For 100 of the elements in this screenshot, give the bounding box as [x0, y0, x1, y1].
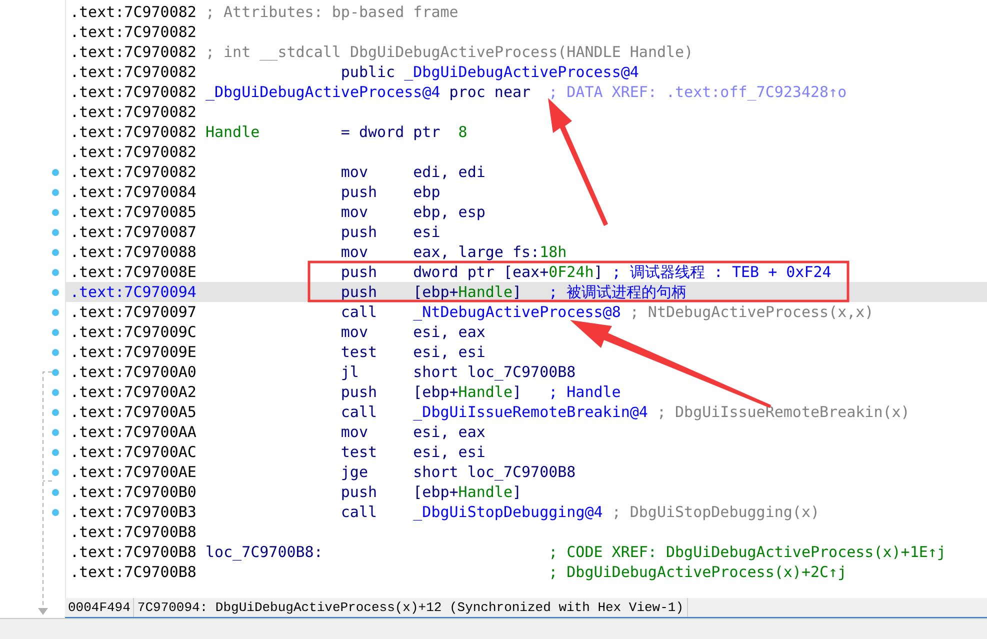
listing-row[interactable]: .text:7C9700AA mov esi, eax	[66, 422, 987, 442]
operand-text: edi, edi	[413, 162, 486, 182]
operand-text: short loc_7C9700B8	[413, 462, 576, 482]
operand-text: 18h	[540, 242, 567, 262]
address-text: .text:7C97009E	[70, 342, 198, 362]
label-text: _DbgUiDebugActiveProcess@4	[205, 82, 440, 102]
listing-row[interactable]: .text:7C97008E push dword ptr [eax+0F24h] ; 调试器线程 : TEB + 0xF24	[66, 262, 987, 282]
address-text: .text:7C9700A0	[70, 362, 198, 382]
mnemonic-text: mov	[340, 322, 369, 342]
listing-row[interactable]: .text:7C970094 push [ebp+Handle] ; 被调试进程的句柄	[66, 282, 987, 302]
address-text: .text:7C970097	[70, 302, 198, 322]
listing-row[interactable]: .text:7C970082 ; int __stdcall DbgUiDebugActiveProcess(HANDLE Handle)	[66, 42, 987, 62]
mnemonic-text: call	[340, 302, 378, 322]
listing-row[interactable]: .text:7C9700A5 call _DbgUiIssueRemoteBreakin@4 ; DbgUiIssueRemoteBreakin(x)	[66, 402, 987, 422]
address-text: .text:7C970082	[70, 62, 198, 82]
listing-row[interactable]: .text:7C970087 push esi	[66, 222, 987, 242]
operand-text: _DbgUiDebugActiveProcess@4	[404, 62, 639, 82]
address-text: .text:7C9700B3	[70, 502, 198, 522]
comment-text: ; DbgUiDebugActiveProcess(x)+2C↑j	[548, 562, 847, 582]
mnemonic-text: push	[340, 282, 378, 302]
address-text: .text:7C97009C	[70, 322, 198, 342]
operand-text: esi, esi	[413, 342, 486, 362]
location-text: 7C970094: DbgUiDebugActiveProcess(x)+12 (Synchronized with Hex View-1)	[134, 598, 688, 617]
mnemonic-text: mov	[340, 422, 369, 442]
listing-row[interactable]: .text:7C970082 _DbgUiDebugActiveProcess@4 proc near ; DATA XREF: .text:off_7C923428↑o	[66, 82, 987, 102]
mnemonic-text: push	[340, 382, 378, 402]
mnemonic-text: push	[340, 262, 378, 282]
comment-text: ; int __stdcall DbgUiDebugActiveProcess(HANDLE Handle)	[205, 42, 694, 62]
operand-text: public	[340, 62, 396, 82]
mnemonic-text: call	[340, 402, 378, 422]
listing-row[interactable]: .text:7C9700AC test esi, esi	[66, 442, 987, 462]
mnemonic-text: test	[340, 342, 378, 362]
listing-row[interactable]: .text:7C970082 Handle = dword ptr 8	[66, 122, 987, 142]
operand-text: Handle	[458, 382, 512, 402]
listing-row[interactable]: .text:7C970088 mov eax, large fs:18h	[66, 242, 987, 262]
operand-text: _DbgUiIssueRemoteBreakin@4	[413, 402, 648, 422]
comment-text: ; DbgUiIssueRemoteBreakin(x)	[656, 402, 910, 422]
mnemonic-text: push	[340, 182, 378, 202]
label-text: Handle	[205, 122, 261, 142]
operand-text: ebp	[413, 182, 440, 202]
listing-row[interactable]: .text:7C9700A2 push [ebp+Handle] ; Handle	[66, 382, 987, 402]
listing-row[interactable]: .text:7C970097 call _NtDebugActiveProcess@8 ; NtDebugActiveProcess(x,x)	[66, 302, 987, 322]
operand-text: _DbgUiStopDebugging@4	[413, 502, 603, 522]
operand-text: [ebp+	[413, 382, 458, 402]
listing-row[interactable]: .text:7C970082	[66, 22, 987, 42]
address-text: .text:7C970082	[70, 42, 198, 62]
operand-text: ]	[512, 382, 522, 402]
operand-text: proc near	[449, 82, 531, 102]
listing-row[interactable]: .text:7C9700B0 push [ebp+Handle]	[66, 482, 987, 502]
address-text: .text:7C970082	[70, 122, 198, 142]
operand-text: ]	[512, 282, 522, 302]
listing-row[interactable]: .text:7C970082 public _DbgUiDebugActiveProcess@4	[66, 62, 987, 82]
listing-row[interactable]: .text:7C970082	[66, 102, 987, 122]
mnemonic-text: mov	[340, 242, 369, 262]
address-text: .text:7C970082	[70, 2, 198, 22]
address-text: .text:7C970087	[70, 222, 198, 242]
operand-text: esi, esi	[413, 442, 486, 462]
operand-text: ebp, esp	[413, 202, 486, 222]
operand-text: [ebp+	[413, 482, 458, 502]
operand-text: 0F24h	[548, 262, 594, 282]
operand-text: eax, large fs:	[413, 242, 540, 262]
listing-row[interactable]: .text:7C970084 push ebp	[66, 182, 987, 202]
listing-row[interactable]: .text:7C9700B8 loc_7C9700B8: ; CODE XREF: DbgUiDebugActiveProcess(x)+1E↑j	[66, 542, 987, 562]
address-text: .text:7C970088	[70, 242, 198, 262]
listing-row[interactable]: .text:7C970082 ; Attributes: bp-based frame	[66, 2, 987, 22]
operand-text: dword ptr [eax+	[413, 262, 549, 282]
operand-text: 8	[458, 122, 468, 142]
address-text: .text:7C970084	[70, 182, 198, 202]
address-text: .text:7C9700B8	[70, 562, 198, 582]
offset-text: 0004F494	[65, 598, 134, 617]
listing-row[interactable]: .text:7C9700AE jge short loc_7C9700B8	[66, 462, 987, 482]
comment-text: ; Attributes: bp-based frame	[205, 2, 458, 22]
mnemonic-text: push	[340, 482, 378, 502]
listing-row[interactable]: .text:7C9700A0 jl short loc_7C9700B8	[66, 362, 987, 382]
listing-row[interactable]: .text:7C97009E test esi, esi	[66, 342, 987, 362]
listing-row[interactable]: .text:7C970085 mov ebp, esp	[66, 202, 987, 222]
address-text: .text:7C9700AC	[70, 442, 198, 462]
mnemonic-text: mov	[340, 202, 369, 222]
address-text: .text:7C9700B0	[70, 482, 198, 502]
listing-row[interactable]: .text:7C970082	[66, 142, 987, 162]
mnemonic-text: jl	[340, 362, 360, 382]
operand-text: = dword ptr	[340, 122, 442, 142]
operand-text: esi, eax	[413, 422, 486, 442]
listing-row[interactable]: .text:7C9700B8 ; DbgUiDebugActiveProcess(x)+2C↑j	[66, 562, 987, 582]
operand-text: Handle	[458, 482, 512, 502]
address-text: .text:7C970082	[70, 82, 198, 102]
address-text: .text:7C970082	[70, 162, 198, 182]
label-text: loc_7C9700B8:	[205, 542, 324, 562]
mnemonic-text: mov	[340, 162, 369, 182]
address-text: .text:7C9700B8	[70, 542, 198, 562]
operand-text: ]	[594, 262, 603, 282]
listing-row[interactable]: .text:7C9700B8	[66, 522, 987, 542]
listing-row[interactable]: .text:7C97009C mov esi, eax	[66, 322, 987, 342]
operand-text: [ebp+	[413, 282, 458, 302]
listing-row[interactable]: .text:7C970082 mov edi, edi	[66, 162, 987, 182]
address-text: .text:7C9700AE	[70, 462, 198, 482]
listing-row[interactable]: .text:7C9700B3 call _DbgUiStopDebugging@4 ; DbgUiStopDebugging(x)	[66, 502, 987, 522]
address-text: .text:7C970094	[70, 282, 198, 302]
operand-text: ]	[512, 482, 522, 502]
operand-text: esi	[413, 222, 440, 242]
